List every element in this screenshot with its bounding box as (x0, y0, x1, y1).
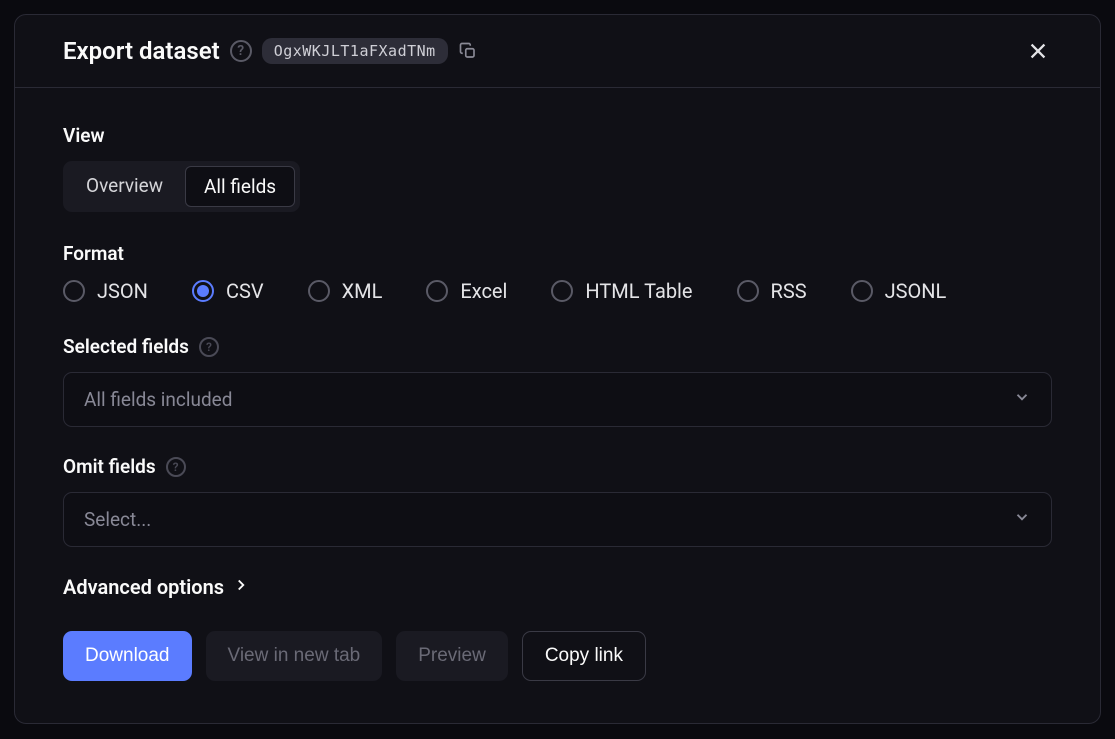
format-label: Format (63, 242, 1052, 265)
copy-icon[interactable] (458, 41, 478, 61)
omit-fields-label-text: Omit fields (63, 455, 156, 478)
view-segmented: Overview All fields (63, 161, 300, 212)
close-icon[interactable] (1024, 37, 1052, 65)
help-icon[interactable]: ? (166, 457, 186, 477)
omit-fields-select[interactable]: Select... (63, 492, 1052, 547)
radio-icon (308, 280, 330, 302)
radio-label: JSONL (885, 279, 947, 303)
radio-icon (192, 280, 214, 302)
format-radio-jsonl[interactable]: JSONL (851, 279, 947, 303)
advanced-options-label: Advanced options (63, 575, 224, 599)
chevron-down-icon (1013, 508, 1031, 531)
advanced-options-toggle[interactable]: Advanced options (63, 575, 1052, 599)
help-icon[interactable]: ? (230, 40, 252, 62)
selected-fields-label-text: Selected fields (63, 335, 189, 358)
view-tab-all-fields[interactable]: All fields (185, 166, 295, 207)
format-radio-json[interactable]: JSON (63, 279, 148, 303)
action-buttons: Download View in new tab Preview Copy li… (63, 631, 1052, 681)
view-tab-overview[interactable]: Overview (68, 166, 181, 207)
copy-link-button[interactable]: Copy link (522, 631, 646, 681)
view-in-new-tab-button: View in new tab (206, 631, 383, 681)
radio-label: XML (342, 279, 383, 303)
download-button[interactable]: Download (63, 631, 192, 681)
selected-fields-select[interactable]: All fields included (63, 372, 1052, 427)
format-radio-html-table[interactable]: HTML Table (551, 279, 692, 303)
format-radio-excel[interactable]: Excel (426, 279, 507, 303)
radio-icon (63, 280, 85, 302)
format-radio-rss[interactable]: RSS (737, 279, 807, 303)
radio-label: JSON (97, 279, 148, 303)
radio-label: Excel (460, 279, 507, 303)
radio-icon (851, 280, 873, 302)
format-radio-group: JSON CSV XML Excel HTML Table RSS (63, 279, 1052, 303)
radio-icon (551, 280, 573, 302)
chevron-down-icon (1013, 388, 1031, 411)
omit-fields-label: Omit fields ? (63, 455, 1052, 478)
radio-icon (426, 280, 448, 302)
format-radio-xml[interactable]: XML (308, 279, 383, 303)
view-label: View (63, 124, 1052, 147)
modal-body: View Overview All fields Format JSON CSV… (15, 88, 1100, 723)
modal-title: Export dataset (63, 37, 220, 65)
modal-header: Export dataset ? OgxWKJLT1aFXadTNm (15, 15, 1100, 88)
radio-label: RSS (771, 279, 807, 303)
radio-label: HTML Table (585, 279, 692, 303)
help-icon[interactable]: ? (199, 337, 219, 357)
radio-icon (737, 280, 759, 302)
select-placeholder: All fields included (84, 388, 232, 411)
radio-label: CSV (226, 279, 264, 303)
format-radio-csv[interactable]: CSV (192, 279, 264, 303)
export-dataset-modal: Export dataset ? OgxWKJLT1aFXadTNm View … (14, 14, 1101, 724)
preview-button: Preview (396, 631, 508, 681)
dataset-id-badge: OgxWKJLT1aFXadTNm (262, 38, 448, 64)
selected-fields-label: Selected fields ? (63, 335, 1052, 358)
select-placeholder: Select... (84, 508, 151, 531)
chevron-right-icon (232, 575, 250, 599)
